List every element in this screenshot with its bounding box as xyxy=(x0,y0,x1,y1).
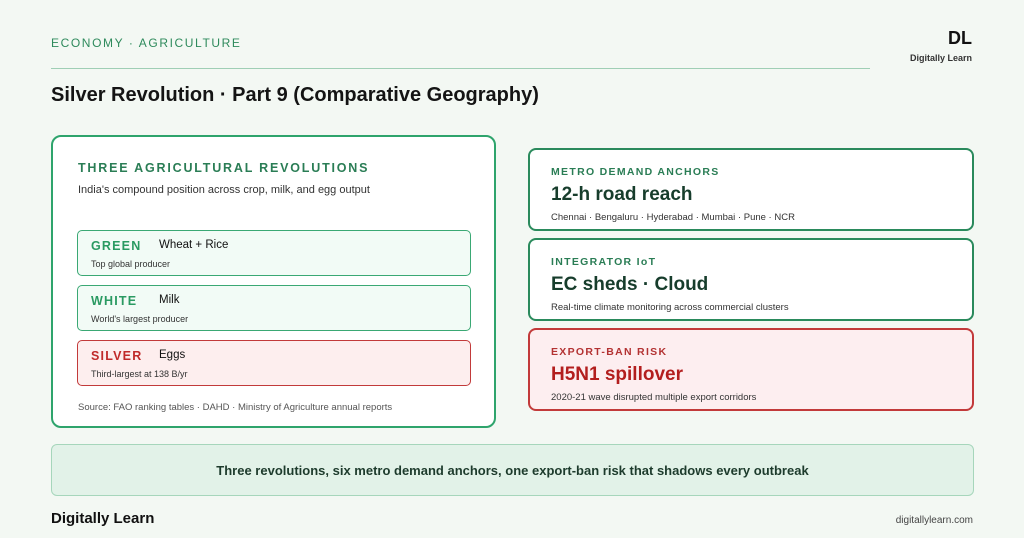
panel-subtitle: India's compound position across crop, m… xyxy=(78,184,370,196)
revolution-crop: Eggs xyxy=(159,349,186,361)
card-label: EXPORT-BAN RISK xyxy=(551,346,668,358)
footer-url-link[interactable]: digitallylearn.com xyxy=(896,515,973,526)
page-title: Silver Revolution · Part 9 (Comparative … xyxy=(51,84,539,106)
header-divider xyxy=(51,68,870,69)
logo-mark: DL xyxy=(948,28,972,48)
revolution-desc: World's largest producer xyxy=(91,314,189,324)
card-desc: 2020-21 wave disrupted multiple export c… xyxy=(551,392,757,403)
card-export-ban-risk: EXPORT-BAN RISK H5N1 spillover 2020-21 w… xyxy=(528,328,974,411)
revolution-green: GREEN Wheat + Rice Top global producer xyxy=(77,230,471,276)
brand-logo[interactable]: DL Digitally Learn xyxy=(910,27,972,63)
footer-brand: Digitally Learn xyxy=(51,510,155,527)
revolution-crop: Milk xyxy=(159,294,180,306)
card-label: INTEGRATOR IoT xyxy=(551,256,657,268)
revolution-name: GREEN xyxy=(91,239,142,253)
revolution-name: WHITE xyxy=(91,294,138,308)
card-label: METRO DEMAND ANCHORS xyxy=(551,166,720,178)
revolution-desc: Third-largest at 138 B/yr xyxy=(91,369,188,379)
card-desc: Real-time climate monitoring across comm… xyxy=(551,302,789,313)
revolution-name: SILVER xyxy=(91,349,143,363)
card-value: H5N1 spillover xyxy=(551,364,683,385)
revolution-silver: SILVER Eggs Third-largest at 138 B/yr xyxy=(77,340,471,386)
card-value: 12-h road reach xyxy=(551,184,693,205)
card-metro-demand: METRO DEMAND ANCHORS 12-h road reach Che… xyxy=(528,148,974,231)
revolutions-panel: THREE AGRICULTURAL REVOLUTIONS India's c… xyxy=(51,135,496,428)
panel-title: THREE AGRICULTURAL REVOLUTIONS xyxy=(78,161,370,175)
summary-banner: Three revolutions, six metro demand anch… xyxy=(51,444,974,496)
section-kicker: ECONOMY · AGRICULTURE xyxy=(51,36,242,50)
card-desc: Chennai · Bengaluru · Hyderabad · Mumbai… xyxy=(551,212,795,223)
revolution-crop: Wheat + Rice xyxy=(159,239,229,251)
revolution-white: WHITE Milk World's largest producer xyxy=(77,285,471,331)
card-integrator-iot: INTEGRATOR IoT EC sheds · Cloud Real-tim… xyxy=(528,238,974,321)
source-note: Source: FAO ranking tables · DAHD · Mini… xyxy=(78,402,393,413)
logo-subtitle: Digitally Learn xyxy=(909,53,972,63)
revolution-desc: Top global producer xyxy=(91,259,171,269)
card-value: EC sheds · Cloud xyxy=(551,274,709,295)
